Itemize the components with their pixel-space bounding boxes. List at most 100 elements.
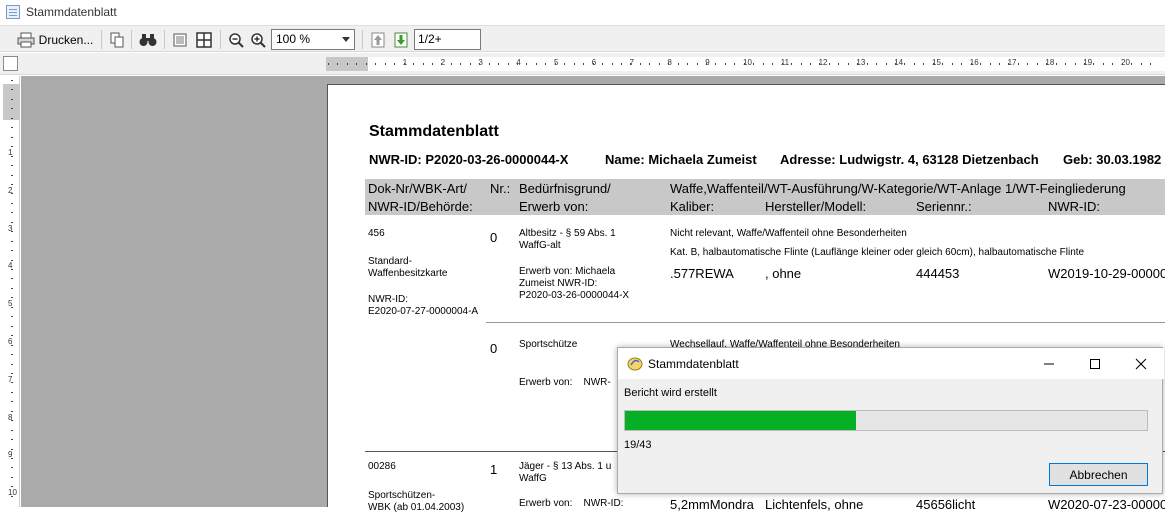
ruler-tick bbox=[913, 63, 915, 65]
ruler-tick bbox=[394, 63, 396, 65]
ruler-tick bbox=[526, 63, 528, 65]
ruler-tick bbox=[11, 476, 13, 478]
ruler-tick bbox=[11, 287, 13, 289]
ruler-tick bbox=[460, 63, 462, 65]
ruler-tick bbox=[1093, 63, 1095, 65]
ruler-tick bbox=[828, 63, 830, 65]
toolbar: Drucken... 100 % 1/2+ bbox=[0, 25, 1165, 52]
ruler-tick bbox=[413, 63, 415, 65]
ruler-tick bbox=[328, 63, 329, 65]
zoom-in-icon bbox=[251, 32, 266, 48]
maximize-icon bbox=[1090, 358, 1100, 369]
ruler-tick bbox=[592, 63, 594, 65]
row-wbk-art: Sportschützen- WBK (ab 01.04.2003) bbox=[368, 490, 465, 513]
vertical-ruler: 1 2 3 4 5 6 7 8 9 10 bbox=[3, 76, 20, 507]
copy-icon bbox=[110, 32, 124, 47]
ruler-tick bbox=[422, 63, 424, 65]
ruler-tick bbox=[838, 63, 840, 65]
ruler-tick bbox=[11, 117, 13, 119]
ruler-tick bbox=[1065, 63, 1067, 65]
ruler-tick bbox=[450, 63, 452, 65]
close-button[interactable] bbox=[1118, 348, 1164, 379]
horizontal-ruler: 1 2 3 4 5 6 7 8 9 10 11 12 13 14 15 16 17 18 19 20 bbox=[326, 57, 1165, 71]
item-divider bbox=[486, 322, 1165, 323]
copy-button[interactable] bbox=[107, 29, 127, 50]
item-nr: 0 bbox=[490, 341, 498, 356]
item-hersteller: Lichtenfels, ohne bbox=[765, 497, 864, 512]
ruler-tick bbox=[479, 63, 481, 65]
close-icon bbox=[1135, 358, 1147, 369]
ruler-tick bbox=[11, 269, 13, 270]
cancel-button[interactable]: Abbrechen bbox=[1049, 463, 1148, 486]
ruler-tick bbox=[706, 63, 707, 65]
ruler-tick bbox=[772, 63, 774, 65]
ruler-tick bbox=[11, 297, 13, 299]
next-page-button[interactable] bbox=[391, 29, 411, 50]
multi-page-button[interactable] bbox=[193, 29, 215, 50]
cancel-label: Abbrechen bbox=[1069, 467, 1128, 482]
report-app-icon bbox=[6, 5, 20, 19]
ruler-tick bbox=[365, 63, 367, 65]
zoom-out-button[interactable] bbox=[226, 29, 246, 50]
item-nwr-id: W2020-07-23-00000 bbox=[1048, 497, 1165, 512]
person-name: Name: Michaela Zumeist bbox=[605, 152, 757, 167]
ruler-tick bbox=[11, 354, 13, 356]
find-button[interactable] bbox=[137, 29, 159, 50]
ruler-tick bbox=[932, 63, 934, 65]
ruler-tick bbox=[980, 63, 982, 65]
arrow-down-icon bbox=[394, 32, 408, 47]
item-nr: 1 bbox=[490, 462, 498, 477]
ruler-tick bbox=[11, 183, 13, 185]
ruler-tick bbox=[11, 382, 13, 384]
progress-fill bbox=[625, 411, 856, 430]
item-kaliber: .577REWA bbox=[670, 266, 734, 281]
ruler-tick bbox=[11, 80, 13, 81]
report-title: Stammdatenblatt bbox=[369, 123, 499, 140]
toolbar-separator bbox=[131, 30, 132, 49]
ruler-tick bbox=[11, 316, 13, 318]
ruler-tick bbox=[11, 344, 13, 346]
ruler-tick bbox=[11, 335, 13, 337]
ruler-tick bbox=[904, 63, 906, 65]
toolbar-separator bbox=[220, 30, 221, 49]
item-nr: 0 bbox=[490, 230, 498, 245]
ruler-tick bbox=[961, 63, 963, 65]
ruler-tick bbox=[1131, 63, 1133, 65]
minimize-button[interactable] bbox=[1026, 348, 1072, 379]
header-dok-nr: Dok-Nr/WBK-Art/ bbox=[368, 181, 467, 196]
header-nwr-behoerde: NWR-ID/Behörde: bbox=[368, 199, 473, 214]
ruler-tick bbox=[866, 63, 868, 65]
header-erwerb: Erwerb von: bbox=[519, 199, 589, 214]
ruler-tick bbox=[1046, 63, 1048, 65]
dialog-message: Bericht wird erstellt bbox=[624, 387, 717, 399]
ruler-tick bbox=[876, 63, 878, 65]
ruler-tick bbox=[375, 63, 377, 65]
zoom-in-button[interactable] bbox=[248, 29, 268, 50]
ruler-tick bbox=[441, 63, 443, 65]
page-number-input[interactable]: 1/2+ bbox=[414, 29, 481, 50]
person-address: Adresse: Ludwigstr. 4, 63128 Dietzenbach bbox=[780, 152, 1039, 167]
single-page-button[interactable] bbox=[170, 29, 190, 50]
ruler-tick bbox=[498, 63, 500, 65]
toolbar-separator bbox=[164, 30, 165, 49]
ruler-tick bbox=[611, 63, 613, 65]
row-nwr-value: E2020-07-27-0000004-A bbox=[368, 306, 479, 317]
ruler-tick bbox=[1074, 63, 1076, 65]
nwr-id-header: NWR-ID: P2020-03-26-0000044-X bbox=[369, 152, 569, 167]
ruler-tick bbox=[11, 146, 13, 148]
ruler-tick bbox=[11, 458, 13, 459]
ruler-tick bbox=[356, 63, 358, 65]
ruler-tick bbox=[11, 240, 13, 242]
ruler-tick bbox=[431, 63, 433, 65]
print-button[interactable]: Drucken... bbox=[14, 29, 96, 50]
maximize-button[interactable] bbox=[1072, 348, 1118, 379]
item-erwerb: Erwerb von: Michaela Zumeist NWR-ID: P20… bbox=[519, 266, 630, 301]
ruler-tick bbox=[743, 63, 745, 65]
minimize-icon bbox=[1044, 363, 1054, 364]
ruler-tick bbox=[11, 448, 13, 450]
ruler-tick bbox=[753, 63, 755, 65]
previous-page-button[interactable] bbox=[368, 29, 388, 50]
zoom-select[interactable]: 100 % bbox=[271, 29, 355, 50]
ruler-corner-box bbox=[3, 56, 18, 71]
ruler-tick bbox=[734, 63, 736, 65]
